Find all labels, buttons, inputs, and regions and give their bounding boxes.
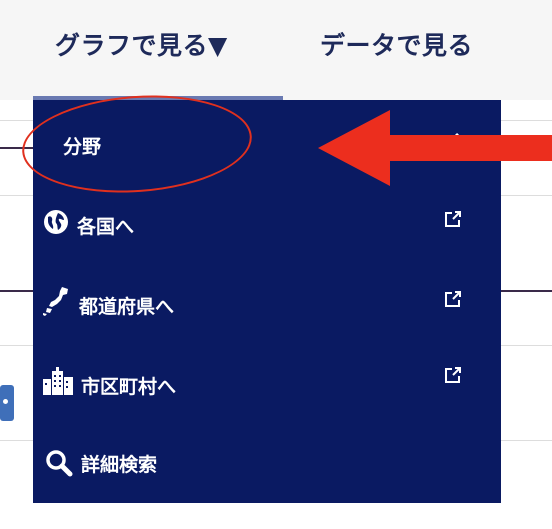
city-buildings-icon (43, 367, 73, 395)
background-divider (501, 345, 552, 346)
background-divider (501, 195, 552, 196)
japan-map-icon (43, 287, 68, 316)
menu-item-prefectures[interactable]: 都道府県へ (33, 265, 501, 345)
background-divider (0, 120, 33, 121)
background-divider (501, 440, 552, 441)
menu-item-label: 各国へ (77, 216, 135, 238)
search-icon (46, 450, 73, 477)
background-divider (0, 345, 33, 346)
menu-item-countries[interactable]: 各国へ (33, 185, 501, 265)
menu-item-label: 市区町村へ (81, 376, 177, 398)
background-divider (0, 290, 33, 292)
menu-item-detailed-search[interactable]: 詳細検索 (33, 425, 501, 505)
background-badge-icon (0, 385, 14, 421)
page-bottom (0, 510, 552, 529)
external-link-icon[interactable] (443, 365, 463, 385)
tab-data[interactable]: データで見る (320, 26, 473, 62)
top-nav-bar: グラフで見る▼ データで見る (0, 0, 552, 100)
globe-icon (44, 210, 68, 234)
menu-item-label: 詳細検索 (81, 454, 158, 476)
external-link-icon[interactable] (443, 289, 463, 309)
background-divider (0, 440, 33, 441)
background-divider (501, 290, 552, 292)
annotation-arrow-icon (318, 110, 552, 186)
background-divider (0, 195, 33, 196)
menu-item-label: 都道府県へ (79, 296, 175, 318)
tab-graph[interactable]: グラフで見る▼ (55, 26, 228, 62)
external-link-icon[interactable] (443, 209, 463, 229)
menu-item-municipalities[interactable]: 市区町村へ (33, 345, 501, 425)
